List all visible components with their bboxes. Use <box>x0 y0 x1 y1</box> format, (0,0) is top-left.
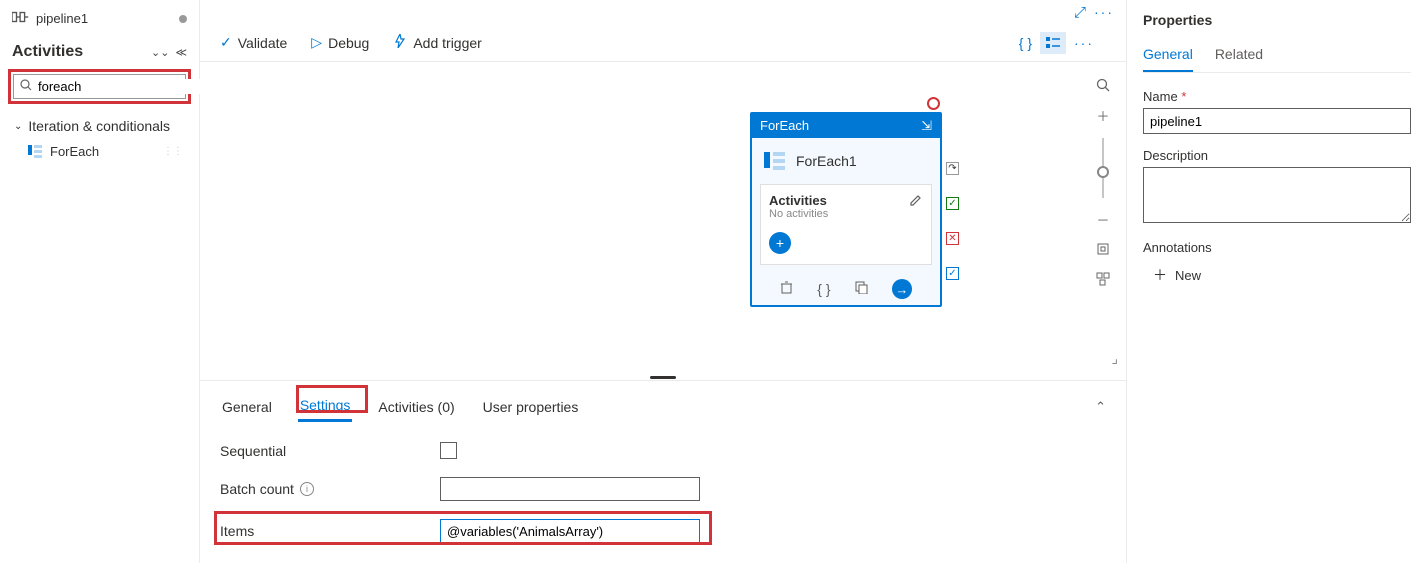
code-icon[interactable]: { } <box>817 281 830 297</box>
debug-button[interactable]: ▷ Debug <box>311 34 369 51</box>
search-icon <box>20 79 32 94</box>
node-expand-icon[interactable]: ⇲ <box>921 118 932 134</box>
sequential-checkbox[interactable] <box>440 442 457 459</box>
tab-user-properties[interactable]: User properties <box>481 393 581 421</box>
zoom-slider[interactable] <box>1102 138 1104 198</box>
validate-label: Validate <box>238 35 288 51</box>
plus-icon: ＋ <box>1153 265 1167 285</box>
check-icon: ✓ <box>220 34 232 51</box>
zoom-out-icon[interactable]: － <box>1092 208 1114 230</box>
pipeline-name: pipeline1 <box>36 11 88 26</box>
items-label: Items <box>220 523 440 539</box>
annotations-label: Annotations <box>1143 240 1411 255</box>
handle-success[interactable]: ✓ <box>946 197 959 210</box>
node-type-label: ForEach <box>760 118 809 134</box>
activities-search-highlight <box>8 69 191 104</box>
delete-icon[interactable] <box>780 281 793 297</box>
fit-icon[interactable] <box>1092 238 1114 260</box>
handle-completion[interactable]: ✓ <box>946 267 959 280</box>
status-ring <box>927 97 940 110</box>
handle-skip[interactable]: ↷ <box>946 162 959 175</box>
activity-group-iteration[interactable]: ⌄ Iteration & conditionals <box>8 114 191 138</box>
run-icon[interactable]: → <box>892 279 912 299</box>
toolbar-more-menu[interactable]: ··· <box>1074 35 1106 51</box>
add-trigger-label: Add trigger <box>413 35 481 51</box>
expand-icon[interactable]: ⤢ <box>1074 4 1094 21</box>
foreach-icon <box>764 150 786 172</box>
properties-title: Properties <box>1143 12 1411 28</box>
tab-settings[interactable]: Settings <box>298 391 353 422</box>
pipeline-canvas[interactable]: ForEach ⇲ ForEach1 Activities No activit… <box>200 62 1126 375</box>
node-section-sub: No activities <box>769 208 828 220</box>
description-label: Description <box>1143 148 1411 163</box>
items-input[interactable] <box>440 519 700 543</box>
new-label: New <box>1175 268 1201 283</box>
batch-count-input[interactable] <box>440 477 700 501</box>
node-name: ForEach1 <box>796 153 857 169</box>
collapse-all-icon[interactable]: ⌄⌄ <box>151 46 169 59</box>
handle-failure[interactable]: ✕ <box>946 232 959 245</box>
pipeline-name-input[interactable] <box>1143 108 1411 134</box>
collapse-panel-icon[interactable]: ≪ <box>175 46 187 59</box>
chevron-down-icon: ⌄ <box>14 121 22 132</box>
batch-count-label: Batch count <box>220 481 294 497</box>
prop-tab-general[interactable]: General <box>1143 42 1193 72</box>
activities-title: Activities <box>12 43 83 61</box>
activity-item-label: ForEach <box>50 144 99 159</box>
more-menu[interactable]: ··· <box>1094 4 1126 20</box>
node-section-label: Activities <box>769 193 828 208</box>
info-icon[interactable]: i <box>300 482 314 496</box>
sequential-label: Sequential <box>220 443 440 459</box>
zoom-in-icon[interactable]: ＋ <box>1092 104 1114 126</box>
description-input[interactable] <box>1143 167 1411 223</box>
foreach-icon <box>28 145 42 159</box>
required-indicator: * <box>1181 89 1186 104</box>
drag-handle-icon[interactable]: ⋮⋮ <box>163 146 183 157</box>
unsaved-indicator <box>179 15 187 23</box>
pipeline-icon <box>12 10 30 27</box>
activities-search-input[interactable] <box>38 79 214 94</box>
add-trigger-button[interactable]: Add trigger <box>393 34 481 51</box>
collapse-panel-icon[interactable]: ⌃ <box>1095 399 1106 415</box>
prop-tab-related[interactable]: Related <box>1215 42 1263 72</box>
code-view-button[interactable]: { } <box>1019 35 1032 51</box>
debug-label: Debug <box>328 35 369 51</box>
tab-general[interactable]: General <box>220 393 274 421</box>
group-label: Iteration & conditionals <box>28 118 170 134</box>
pipeline-view-button[interactable] <box>1040 32 1066 54</box>
copy-icon[interactable] <box>855 281 868 297</box>
edit-icon[interactable] <box>909 193 923 210</box>
layout-icon[interactable] <box>1092 268 1114 290</box>
add-annotation-button[interactable]: ＋ New <box>1143 265 1411 285</box>
canvas-search-icon[interactable] <box>1092 74 1114 96</box>
tab-activities[interactable]: Activities (0) <box>376 393 456 421</box>
resize-handle[interactable]: ⌟ <box>1111 350 1118 367</box>
foreach-node[interactable]: ForEach ⇲ ForEach1 Activities No activit… <box>750 112 942 307</box>
activity-item-foreach[interactable]: ForEach ⋮⋮ <box>8 138 191 165</box>
add-activity-button[interactable]: + <box>769 232 791 254</box>
name-label: Name <box>1143 89 1178 104</box>
play-icon: ▷ <box>311 34 322 51</box>
validate-button[interactable]: ✓ Validate <box>220 34 287 51</box>
bolt-icon <box>393 34 407 51</box>
